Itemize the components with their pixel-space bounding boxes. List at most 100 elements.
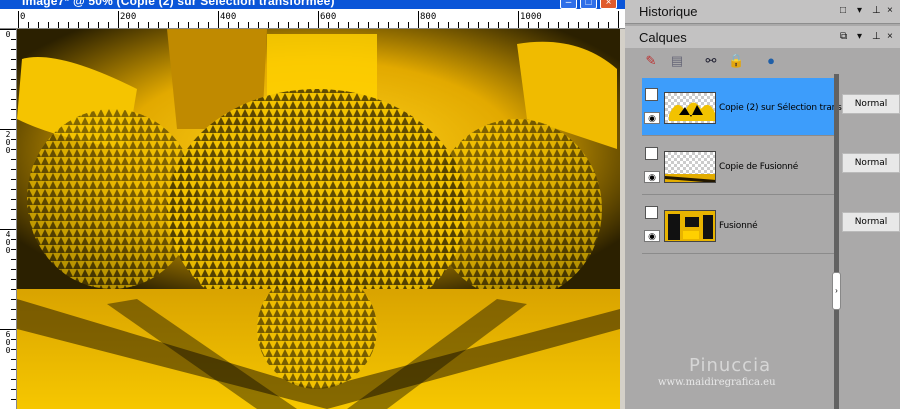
ruler-tick	[568, 22, 569, 28]
ruler-tick	[168, 22, 169, 28]
ruler-tick	[278, 22, 279, 28]
ruler-tick	[288, 22, 289, 28]
ruler-tick	[11, 139, 16, 140]
ruler-tick	[378, 22, 379, 28]
splitter-handle[interactable]: ›	[832, 272, 841, 310]
chevron-down-icon[interactable]: ▾	[857, 5, 862, 16]
ruler-tick	[48, 22, 49, 28]
ruler-tick	[598, 22, 599, 28]
minimize-button[interactable]: –	[560, 0, 577, 9]
ruler-tick	[308, 22, 309, 28]
pin-icon[interactable]: ⊥	[872, 31, 881, 42]
layer-group-icon[interactable]	[645, 147, 658, 160]
ruler-tick	[248, 22, 249, 28]
ruler-tick	[208, 22, 209, 28]
history-palette-header[interactable]: Historique □ ▾ ⊥ ×	[625, 0, 900, 24]
ruler-tick	[11, 39, 16, 40]
ruler-tick	[428, 22, 429, 28]
ruler-label: 400	[220, 12, 237, 22]
ruler-tick	[408, 22, 409, 28]
image-title: Image7* @ 50% (Copie (2) sur Sélection t…	[22, 0, 335, 8]
layer-row[interactable]: ◉ Copie de Fusionné	[642, 137, 834, 195]
ruler-tick	[11, 209, 16, 210]
restore-icon[interactable]: □	[840, 5, 846, 16]
ruler-tick	[11, 359, 16, 360]
ruler-tick	[368, 22, 369, 28]
ruler-tick	[11, 159, 16, 160]
layer-name: Copie (2) sur Sélection trans	[719, 103, 842, 113]
ruler-tick	[298, 22, 299, 28]
ruler-tick	[618, 11, 619, 28]
blend-mode-button[interactable]: Normal	[842, 153, 900, 173]
ruler-tick	[11, 99, 16, 100]
ruler-tick	[118, 11, 119, 28]
layer-thumbnail	[664, 210, 716, 242]
ruler-tick	[11, 269, 16, 270]
ruler-tick	[78, 22, 79, 28]
layer-row[interactable]: ◉ Fusionné	[642, 196, 834, 254]
ruler-tick	[11, 69, 16, 70]
layer-row[interactable]: ◉ Copie (2) sur Sélection trans	[642, 78, 842, 136]
ruler-label: 6 0 0	[5, 330, 11, 355]
watermark-url: www.maidiregrafica.eu	[658, 377, 776, 388]
ruler-tick	[11, 319, 16, 320]
layers-toolbar: ✎ ▤ ⚯ 🔒 ●	[625, 48, 900, 74]
layer-group-icon[interactable]	[645, 88, 658, 101]
ruler-tick	[138, 22, 139, 28]
ruler-tick	[498, 22, 499, 28]
ruler-tick	[508, 22, 509, 28]
layers-title: Calques	[639, 30, 687, 45]
layer-thumbnail	[664, 92, 716, 124]
ruler-tick	[38, 22, 39, 28]
ruler-tick	[238, 22, 239, 28]
ruler-tick	[11, 119, 16, 120]
ruler-tick	[11, 369, 16, 370]
close-icon[interactable]: ×	[887, 31, 893, 42]
ruler-tick	[448, 22, 449, 28]
image-canvas[interactable]	[17, 29, 620, 409]
pin-icon[interactable]: ⊥	[872, 5, 881, 16]
ruler-tick	[518, 11, 519, 28]
lock-icon[interactable]: 🔒	[728, 53, 744, 69]
ruler-label: 2 0 0	[5, 130, 11, 155]
ruler-tick	[488, 22, 489, 28]
chevron-down-icon[interactable]: ▾	[857, 31, 862, 42]
image-title-bar[interactable]: Image7* @ 50% (Copie (2) sur Sélection t…	[0, 0, 625, 9]
palette-panel: Historique □ ▾ ⊥ × Calques ⧉ ▾ ⊥ × ✎ ▤ ⚯…	[625, 0, 900, 409]
ruler-tick	[398, 22, 399, 28]
layer-group-icon[interactable]	[645, 206, 658, 219]
eye-icon[interactable]: ◉	[644, 112, 660, 124]
maximize-button[interactable]: □	[580, 0, 597, 9]
palette-splitter[interactable]	[834, 74, 839, 409]
close-button[interactable]: ×	[600, 0, 617, 9]
horizontal-ruler: 0 200 400 600 800 1000	[0, 9, 625, 29]
ruler-tick	[11, 149, 16, 150]
close-icon[interactable]: ×	[887, 5, 893, 16]
link-icon[interactable]: ⚯	[703, 53, 719, 69]
duplicate-layer-icon[interactable]: ▤	[669, 53, 685, 69]
ruler-tick	[11, 199, 16, 200]
restore-icon[interactable]: ⧉	[840, 31, 847, 42]
layers-list: ◉ Copie (2) sur Sélection trans Normal ◉…	[625, 74, 900, 409]
ruler-tick	[0, 129, 16, 130]
ruler-tick	[11, 49, 16, 50]
ruler-tick	[58, 22, 59, 28]
ruler-label: 200	[120, 12, 137, 22]
properties-icon[interactable]: ●	[763, 53, 779, 69]
ruler-tick	[388, 22, 389, 28]
layers-palette-header[interactable]: Calques ⧉ ▾ ⊥ ×	[625, 26, 900, 48]
eye-icon[interactable]: ◉	[644, 171, 660, 183]
image-window: Image7* @ 50% (Copie (2) sur Sélection t…	[0, 0, 625, 409]
new-layer-icon[interactable]: ✎	[643, 53, 659, 69]
ruler-tick	[558, 22, 559, 28]
ruler-tick	[438, 22, 439, 28]
blend-mode-button[interactable]: Normal	[842, 212, 900, 232]
ruler-tick	[11, 169, 16, 170]
ruler-label: 1000	[520, 12, 542, 22]
blend-mode-button[interactable]: Normal	[842, 94, 900, 114]
eye-icon[interactable]: ◉	[644, 230, 660, 242]
ruler-tick	[11, 349, 16, 350]
ruler-tick	[148, 22, 149, 28]
ruler-tick	[318, 11, 319, 28]
ruler-tick	[88, 22, 89, 28]
